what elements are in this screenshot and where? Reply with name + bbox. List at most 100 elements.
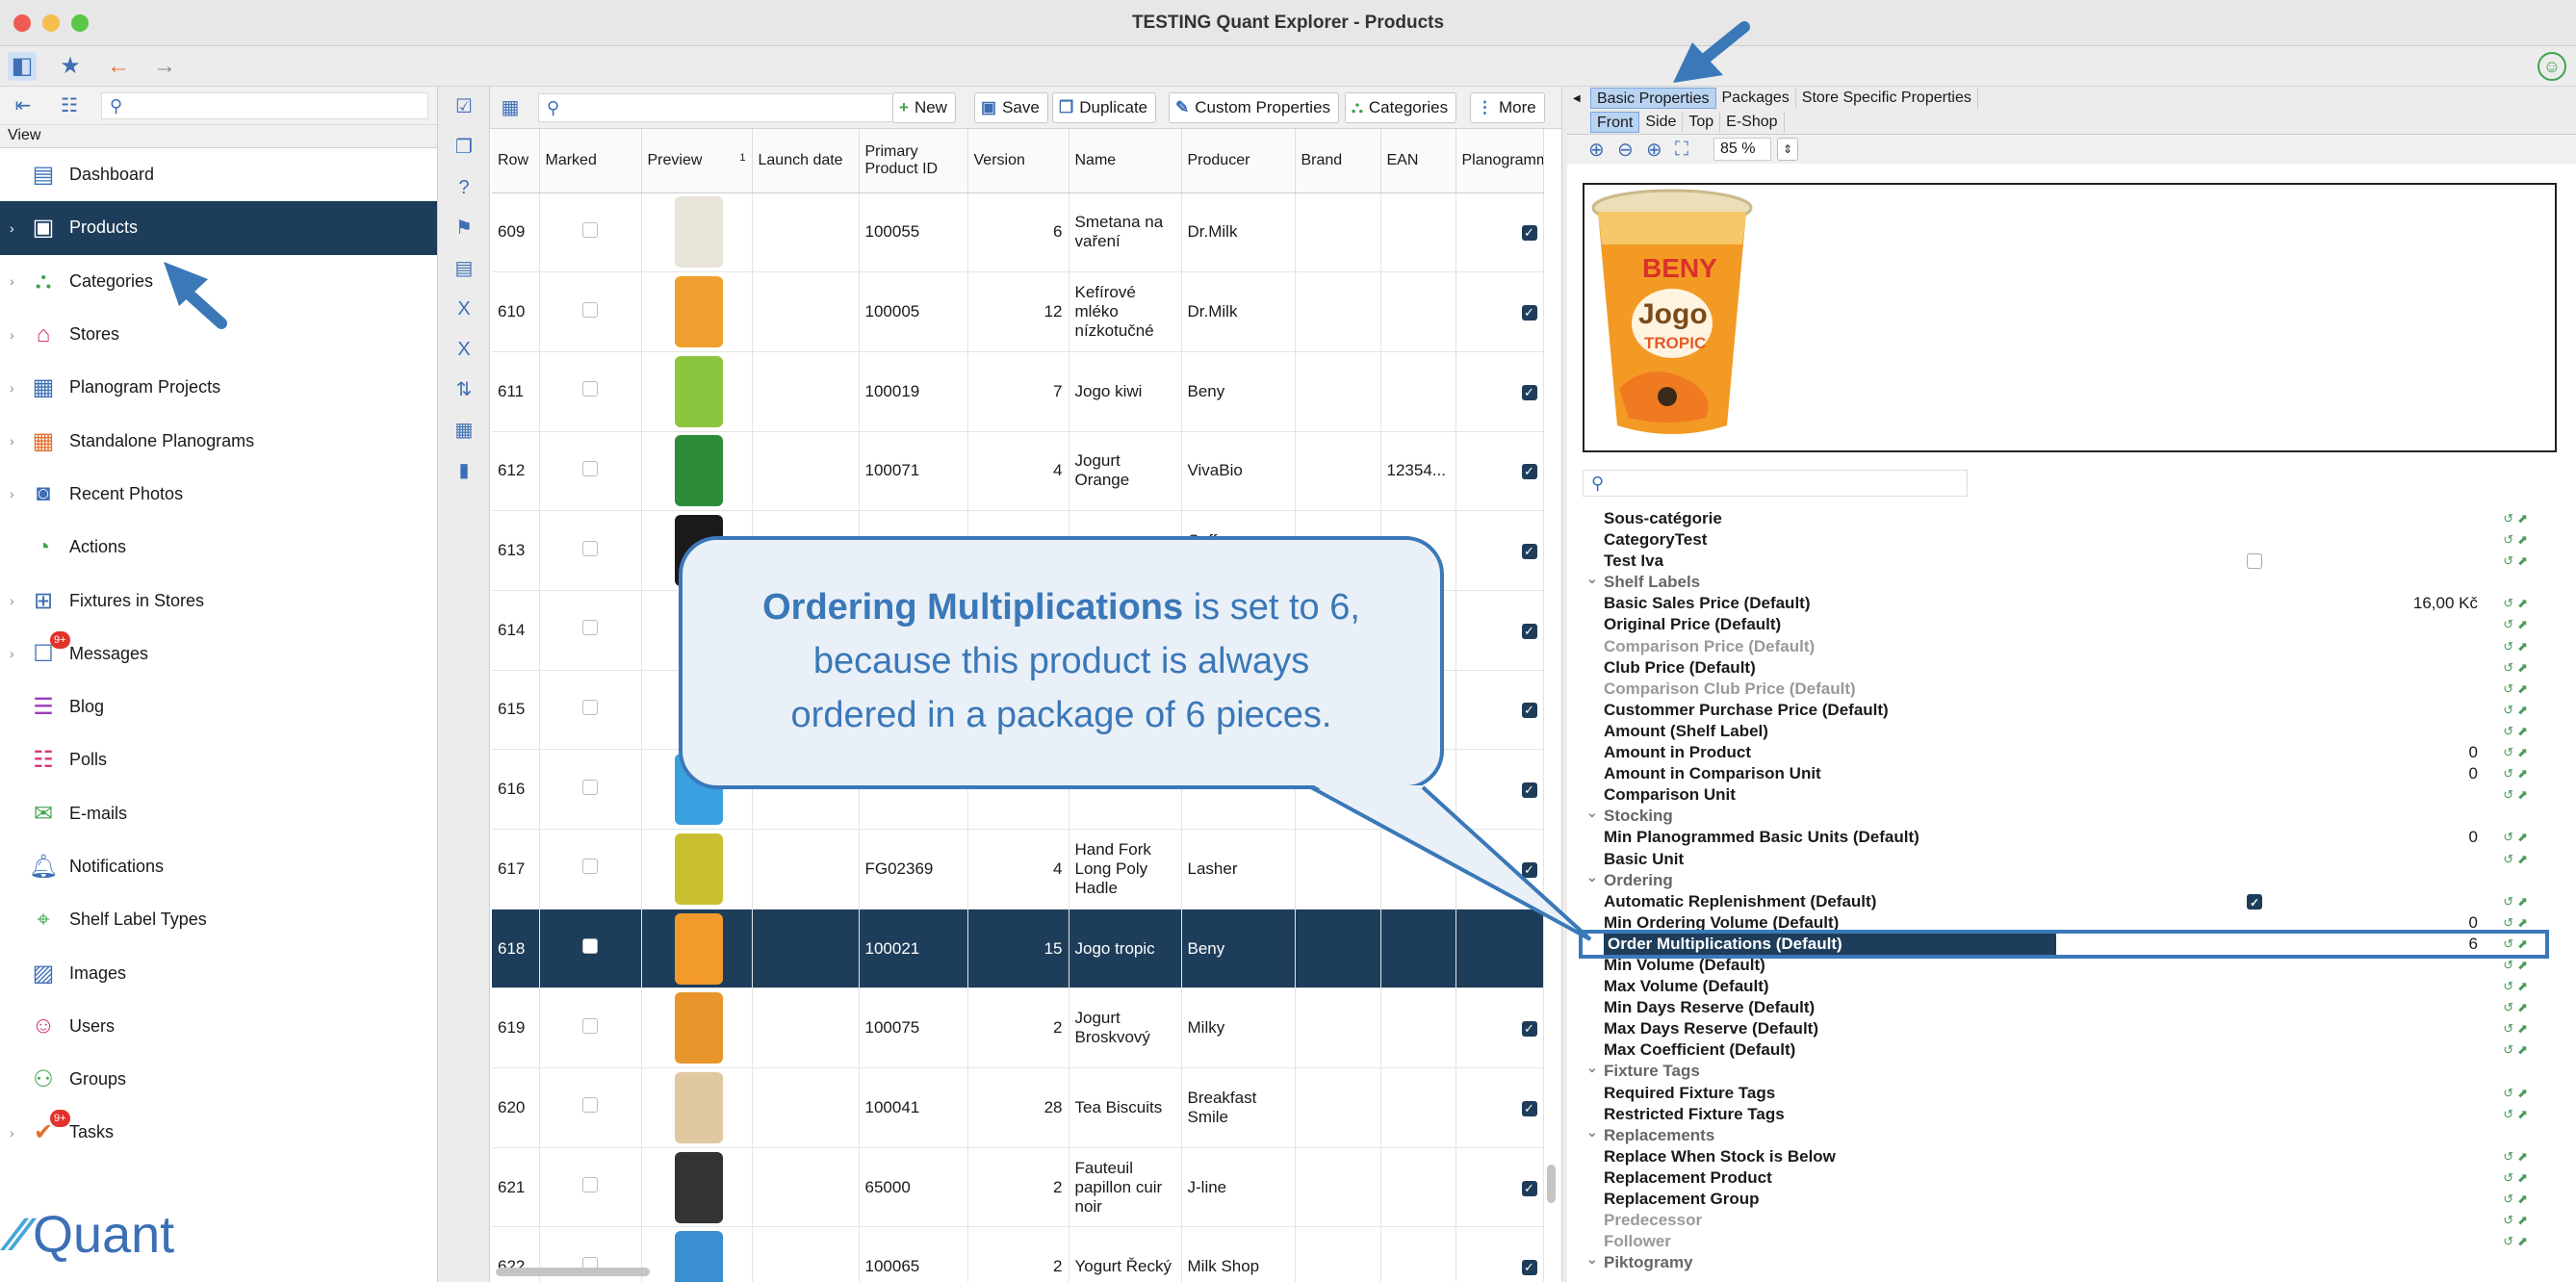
planogram-checkbox[interactable]: ✓ bbox=[1521, 782, 1537, 799]
sidebar-item-blog[interactable]: ☰ Blog bbox=[0, 680, 437, 733]
planogram-checkbox[interactable]: ✓ bbox=[1521, 703, 1537, 719]
chevron-right-icon[interactable]: › bbox=[10, 1125, 14, 1141]
sidebar-item-shelf-label-types[interactable]: ⌖ Shelf Label Types bbox=[0, 893, 437, 946]
property-actions-icon[interactable]: ↺⬈ bbox=[2503, 1210, 2532, 1231]
property-group[interactable]: Fixture Tags bbox=[1583, 1057, 2545, 1082]
zoom-reset-icon[interactable]: ⛶ bbox=[1675, 139, 1704, 161]
chevron-right-icon[interactable]: › bbox=[10, 273, 14, 289]
sidebar-item-categories[interactable]: › ⛬ Categories bbox=[0, 255, 437, 308]
zoom-fit-icon[interactable]: ⊕ bbox=[1646, 138, 1675, 162]
marked-checkbox[interactable] bbox=[582, 540, 598, 556]
property-row[interactable]: Original Price (Default) ↺⬈ bbox=[1583, 614, 2545, 635]
chevron-right-icon[interactable]: › bbox=[10, 220, 14, 236]
marked-checkbox[interactable] bbox=[582, 699, 598, 715]
planogram-checkbox[interactable]: ✓ bbox=[1521, 861, 1537, 878]
table-row[interactable]: 621 65000 2 Fauteuil papillon cuir noir J-li… bbox=[492, 1147, 1544, 1228]
sidebar-item-users[interactable]: ☺ Users bbox=[0, 1000, 437, 1053]
property-actions-icon[interactable]: ↺⬈ bbox=[2503, 1083, 2532, 1104]
property-actions-icon[interactable]: ↺⬈ bbox=[2503, 679, 2532, 700]
sidebar-item-actions[interactable]: ◔ Actions bbox=[0, 521, 437, 574]
table-row[interactable]: 622 100065 2 Yogurt Řecký Milk Shop ✓ bbox=[492, 1226, 1544, 1282]
table-row[interactable]: 610 100005 12 Kefírové mléko nízkotučné Dr.M… bbox=[492, 271, 1544, 352]
property-row[interactable]: Required Fixture Tags ↺⬈ bbox=[1583, 1083, 2545, 1104]
star-icon[interactable]: ★ bbox=[56, 52, 85, 81]
sidebar-item-images[interactable]: ▨ Images bbox=[0, 946, 437, 999]
sidebar-item-products[interactable]: › ▣ Products bbox=[0, 201, 437, 255]
marked-checkbox[interactable] bbox=[582, 301, 598, 318]
checklist-icon[interactable]: ☑ bbox=[445, 87, 483, 127]
property-actions-icon[interactable]: ↺⬈ bbox=[2503, 1018, 2532, 1039]
categories-button[interactable]: ⛬ Categories bbox=[1345, 92, 1457, 123]
property-group[interactable]: Ordering bbox=[1583, 866, 2545, 891]
import-excel-icon[interactable]: X bbox=[445, 329, 483, 370]
csv-icon[interactable]: ⇅ bbox=[445, 370, 483, 410]
subtab-e-shop[interactable]: E-Shop bbox=[1720, 111, 1785, 133]
property-row[interactable]: Custommer Purchase Price (Default) ↺⬈ bbox=[1583, 700, 2545, 721]
flag-icon[interactable]: ⚑ bbox=[445, 208, 483, 248]
sidebar-search-input[interactable]: ⚲ bbox=[101, 92, 428, 119]
column-header-version[interactable]: Version bbox=[967, 129, 1069, 193]
marked-checkbox[interactable] bbox=[582, 1097, 598, 1114]
property-actions-icon[interactable]: ↺⬈ bbox=[2503, 955, 2532, 976]
property-row[interactable]: Amount in Product 0 ↺⬈ bbox=[1583, 742, 2545, 763]
property-actions-icon[interactable]: ↺⬈ bbox=[2503, 529, 2532, 551]
property-checkbox[interactable] bbox=[2247, 553, 2262, 570]
property-actions-icon[interactable]: ↺⬈ bbox=[2503, 1231, 2532, 1252]
property-row[interactable]: Replacement Group ↺⬈ bbox=[1583, 1189, 2545, 1210]
planogram-checkbox[interactable]: ✓ bbox=[1521, 1260, 1537, 1276]
marked-checkbox[interactable] bbox=[582, 938, 598, 955]
grid-search-input[interactable]: ⚲ bbox=[538, 93, 928, 122]
property-row[interactable]: Predecessor ↺⬈ bbox=[1583, 1210, 2545, 1231]
sidebar-item-stores[interactable]: › ⌂ Stores bbox=[0, 308, 437, 361]
marked-checkbox[interactable] bbox=[582, 859, 598, 875]
planogram-checkbox[interactable]: ✓ bbox=[1521, 305, 1537, 321]
column-header-row[interactable]: Row bbox=[492, 129, 540, 193]
property-value[interactable]: 0 bbox=[2469, 763, 2478, 784]
marked-checkbox[interactable] bbox=[582, 460, 598, 476]
property-value[interactable]: 0 bbox=[2469, 912, 2478, 934]
sidebar-item-planogram-projects[interactable]: › ▦ Planogram Projects bbox=[0, 361, 437, 414]
property-checkbox[interactable]: ✓ bbox=[2247, 893, 2262, 910]
view-options-icon[interactable]: ☷ bbox=[56, 92, 83, 119]
copy-icon[interactable]: ❐ bbox=[445, 127, 483, 167]
property-row[interactable]: Sous-catégorie ↺⬈ bbox=[1583, 508, 2545, 529]
planogram-checkbox[interactable]: ✓ bbox=[1521, 225, 1537, 242]
property-row[interactable]: Restricted Fixture Tags ↺⬈ bbox=[1583, 1104, 2545, 1125]
more-button[interactable]: ⋮ More bbox=[1470, 92, 1545, 123]
column-header-producer[interactable]: Producer bbox=[1181, 129, 1296, 193]
column-header-planogramm[interactable]: Planogramm bbox=[1455, 129, 1544, 193]
property-row[interactable]: Min Planogrammed Basic Units (Default) 0 ↺… bbox=[1583, 827, 2545, 848]
property-group[interactable]: Shelf Labels bbox=[1583, 568, 2545, 593]
chevron-right-icon[interactable]: › bbox=[10, 593, 14, 608]
sidebar-item-fixtures-in-stores[interactable]: › ⊞ Fixtures in Stores bbox=[0, 574, 437, 627]
custom-properties-button[interactable]: ✎ Custom Properties bbox=[1169, 92, 1340, 123]
table-row[interactable]: 617 FG02369 4 Hand Fork Long Poly Hadle Lash… bbox=[492, 829, 1544, 910]
property-row[interactable]: Automatic Replenishment (Default) ✓ ↺⬈ bbox=[1583, 891, 2545, 912]
column-header-ean[interactable]: EAN bbox=[1380, 129, 1456, 193]
column-header-primary-product-id[interactable]: Primary Product ID bbox=[859, 129, 968, 193]
column-header-name[interactable]: Name bbox=[1069, 129, 1182, 193]
marked-checkbox[interactable] bbox=[582, 779, 598, 795]
planogram-checkbox[interactable]: ✓ bbox=[1521, 1180, 1537, 1196]
property-actions-icon[interactable]: ↺⬈ bbox=[2503, 551, 2532, 572]
property-actions-icon[interactable]: ↺⬈ bbox=[2503, 1104, 2532, 1125]
column-header-preview[interactable]: Preview 1 bbox=[641, 129, 753, 193]
sidebar-item-recent-photos[interactable]: › ◙ Recent Photos bbox=[0, 468, 437, 521]
collapse-tree-icon[interactable]: ⇤ bbox=[10, 92, 37, 119]
planogram-checkbox[interactable]: ✓ bbox=[1521, 464, 1537, 480]
sidebar-item-notifications[interactable]: 🔔︎ Notifications bbox=[0, 840, 437, 893]
sidebar-toggle-icon[interactable]: ◧ bbox=[8, 52, 37, 81]
property-actions-icon[interactable]: ↺⬈ bbox=[2503, 508, 2532, 529]
collapse-panel-icon[interactable]: ◀ bbox=[1573, 93, 1581, 104]
planogram-checkbox[interactable]: ✓ bbox=[1521, 1100, 1537, 1116]
chevron-right-icon[interactable]: › bbox=[10, 380, 14, 396]
property-row[interactable]: Min Days Reserve (Default) ↺⬈ bbox=[1583, 997, 2545, 1018]
chevron-right-icon[interactable]: › bbox=[10, 646, 14, 661]
marked-checkbox[interactable] bbox=[582, 381, 598, 397]
planogram-checkbox[interactable]: ✓ bbox=[1521, 1021, 1537, 1038]
property-value[interactable]: 0 bbox=[2469, 742, 2478, 763]
property-actions-icon[interactable]: ↺⬈ bbox=[2503, 1039, 2532, 1061]
vertical-scrollbar[interactable] bbox=[1547, 1165, 1556, 1203]
property-actions-icon[interactable]: ↺⬈ bbox=[2503, 997, 2532, 1018]
property-row[interactable]: CategoryTest ↺⬈ bbox=[1583, 529, 2545, 551]
